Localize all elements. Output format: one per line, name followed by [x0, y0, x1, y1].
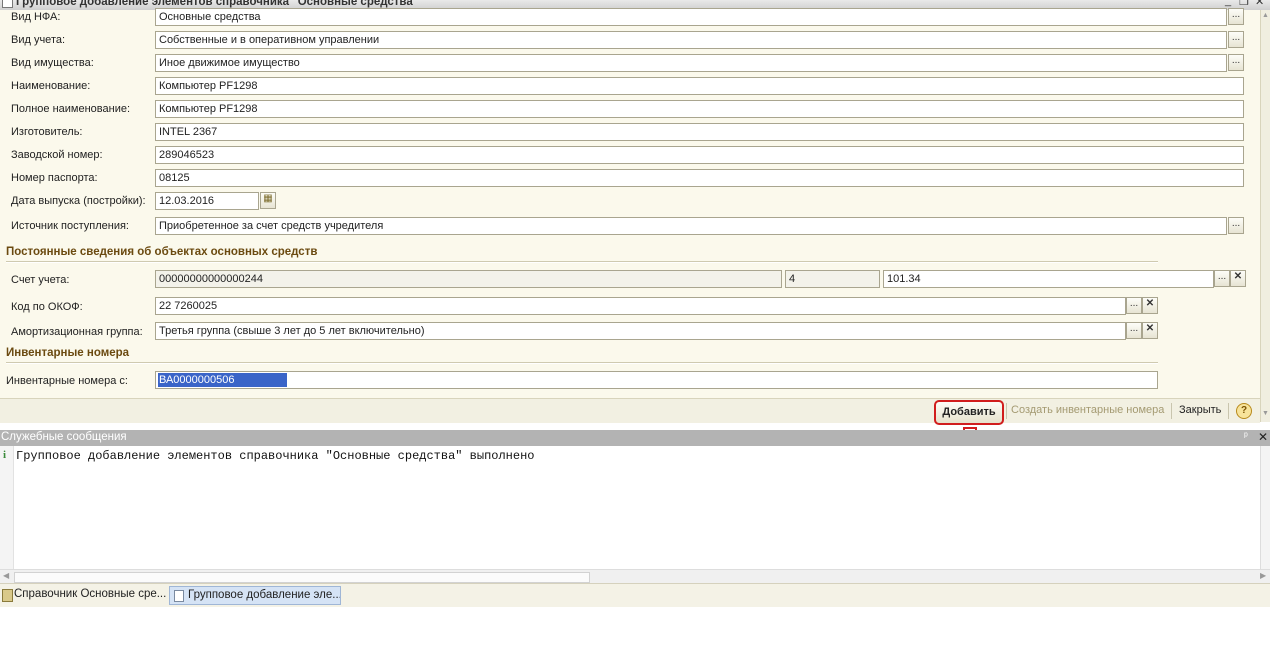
close-button[interactable]: Закрыть	[1179, 404, 1221, 416]
izgotovitel-label: Изготовитель:	[11, 126, 83, 138]
kod-okof-label: Код по ОКОФ:	[11, 301, 83, 313]
form-panel: Вид НФА: Основные средства ... Вид учета…	[0, 8, 1260, 398]
zavodskoy-nomer-field[interactable]: 289046523	[155, 146, 1244, 164]
taskbar-item-directory[interactable]: Справочник Основные сре...	[0, 586, 166, 605]
polnoe-naimenovanie-field[interactable]: Компьютер PF1298	[155, 100, 1244, 118]
info-icon: i	[3, 449, 7, 461]
scroll-right-icon[interactable]: ▶	[1260, 571, 1266, 580]
restore-button[interactable]: ❐	[1239, 0, 1249, 8]
messages-horizontal-scrollbar[interactable]: ◀ ▶	[0, 569, 1270, 584]
calendar-icon[interactable]: ▦	[260, 192, 276, 209]
vid-imushchestva-field[interactable]: Иное движимое имущество	[155, 54, 1227, 72]
taskbar-item-label: Групповое добавление эле...	[188, 589, 341, 601]
amort-gruppa-clear-icon[interactable]: ✕	[1142, 322, 1158, 339]
istochnik-label: Источник поступления:	[11, 220, 129, 232]
toolbar-divider	[1006, 403, 1007, 419]
messages-panel-title: Служебные сообщения	[1, 431, 127, 443]
vid-ucheta-select-button[interactable]: ...	[1228, 31, 1244, 48]
schet-ucheta-part2-field[interactable]: 4	[785, 270, 880, 288]
amort-gruppa-field[interactable]: Третья группа (свыше 3 лет до 5 лет вклю…	[155, 322, 1126, 340]
form-toolbar: Добавить Создать инвентарные номера Закр…	[0, 398, 1260, 425]
toolbar-divider	[1171, 403, 1172, 419]
amort-gruppa-label: Амортизационная группа:	[11, 326, 143, 338]
vid-nfa-label: Вид НФА:	[11, 11, 61, 23]
directory-icon	[2, 589, 13, 602]
schet-ucheta-part3-field[interactable]: 101.34	[883, 270, 1214, 288]
polnoe-naimenovanie-label: Полное наименование:	[11, 103, 131, 115]
close-window-button[interactable]: ✕	[1255, 0, 1264, 8]
vid-imushchestva-select-button[interactable]: ...	[1228, 54, 1244, 71]
form-vertical-scrollbar[interactable]: ▲ ▼	[1260, 10, 1270, 422]
data-vypuska-field[interactable]: 12.03.2016	[155, 192, 259, 210]
scroll-down-icon[interactable]: ▼	[1262, 410, 1269, 417]
taskbar-item-label: Справочник Основные сре...	[14, 588, 166, 600]
window-title: Групповое добавление элементов справочни…	[16, 0, 419, 8]
taskbar-item-group-add[interactable]: Групповое добавление эле...	[169, 586, 341, 605]
nomer-pasporta-label: Номер паспорта:	[11, 172, 98, 184]
amort-gruppa-select-button[interactable]: ...	[1126, 322, 1142, 339]
messages-panel-body	[0, 446, 1260, 569]
schet-ucheta-label: Счет учета:	[11, 274, 70, 286]
kod-okof-select-button[interactable]: ...	[1126, 297, 1142, 314]
message-text: Групповое добавление элементов справочни…	[16, 449, 535, 463]
scroll-up-icon[interactable]: ▲	[1262, 12, 1269, 19]
section-separator	[6, 261, 1158, 263]
add-button[interactable]: Добавить	[934, 400, 1004, 425]
kod-okof-field[interactable]: 22 7260025	[155, 297, 1126, 315]
section-separator	[6, 362, 1158, 364]
data-vypuska-label: Дата выпуска (постройки):	[11, 195, 146, 207]
messages-gutter: i	[0, 446, 14, 569]
istochnik-field[interactable]: Приобретенное за счет средств учредителя	[155, 217, 1227, 235]
inventory-start-selected-text: ВА0000000506	[158, 373, 287, 387]
zavodskoy-nomer-label: Заводской номер:	[11, 149, 103, 161]
messages-panel-header: Служебные сообщения ᵖ ✕	[0, 430, 1270, 446]
window-icon	[2, 0, 13, 8]
create-inventory-numbers-button[interactable]: Создать инвентарные номера	[1011, 404, 1164, 416]
inventory-start-field[interactable]: ВА0000000506	[155, 371, 1158, 389]
kod-okof-clear-icon[interactable]: ✕	[1142, 297, 1158, 314]
inventory-start-label: Инвентарные номера с:	[6, 375, 128, 387]
vid-nfa-field[interactable]: Основные средства	[155, 8, 1227, 26]
pin-icon[interactable]: ᵖ	[1244, 431, 1248, 442]
minimize-button[interactable]: _	[1225, 0, 1231, 7]
toolbar-divider	[1228, 403, 1229, 419]
naimenovanie-field[interactable]: Компьютер PF1298	[155, 77, 1244, 95]
scroll-thumb[interactable]	[14, 572, 590, 583]
messages-vertical-scrollbar[interactable]	[1260, 446, 1270, 569]
vid-ucheta-label: Вид учета:	[11, 34, 66, 46]
vid-ucheta-field[interactable]: Собственные и в оперативном управлении	[155, 31, 1227, 49]
section-title-constant: Постоянные сведения об объектах основных…	[6, 246, 318, 258]
document-icon	[174, 590, 184, 602]
istochnik-select-button[interactable]: ...	[1228, 217, 1244, 234]
schet-ucheta-clear-icon[interactable]: ✕	[1230, 270, 1246, 287]
vid-imushchestva-label: Вид имущества:	[11, 57, 94, 69]
naimenovanie-label: Наименование:	[11, 80, 91, 92]
izgotovitel-field[interactable]: INTEL 2367	[155, 123, 1244, 141]
scroll-left-icon[interactable]: ◀	[3, 571, 9, 580]
schet-ucheta-select-button[interactable]: ...	[1214, 270, 1230, 287]
section-title-inventory: Инвентарные номера	[6, 347, 130, 359]
nomer-pasporta-field[interactable]: 08125	[155, 169, 1244, 187]
vid-nfa-select-button[interactable]: ...	[1228, 8, 1244, 25]
window-taskbar: Справочник Основные сре... Групповое доб…	[0, 583, 1270, 607]
messages-close-icon[interactable]: ✕	[1258, 430, 1268, 444]
help-icon[interactable]: ?	[1236, 403, 1252, 419]
schet-ucheta-part1-field[interactable]: 00000000000000244	[155, 270, 782, 288]
